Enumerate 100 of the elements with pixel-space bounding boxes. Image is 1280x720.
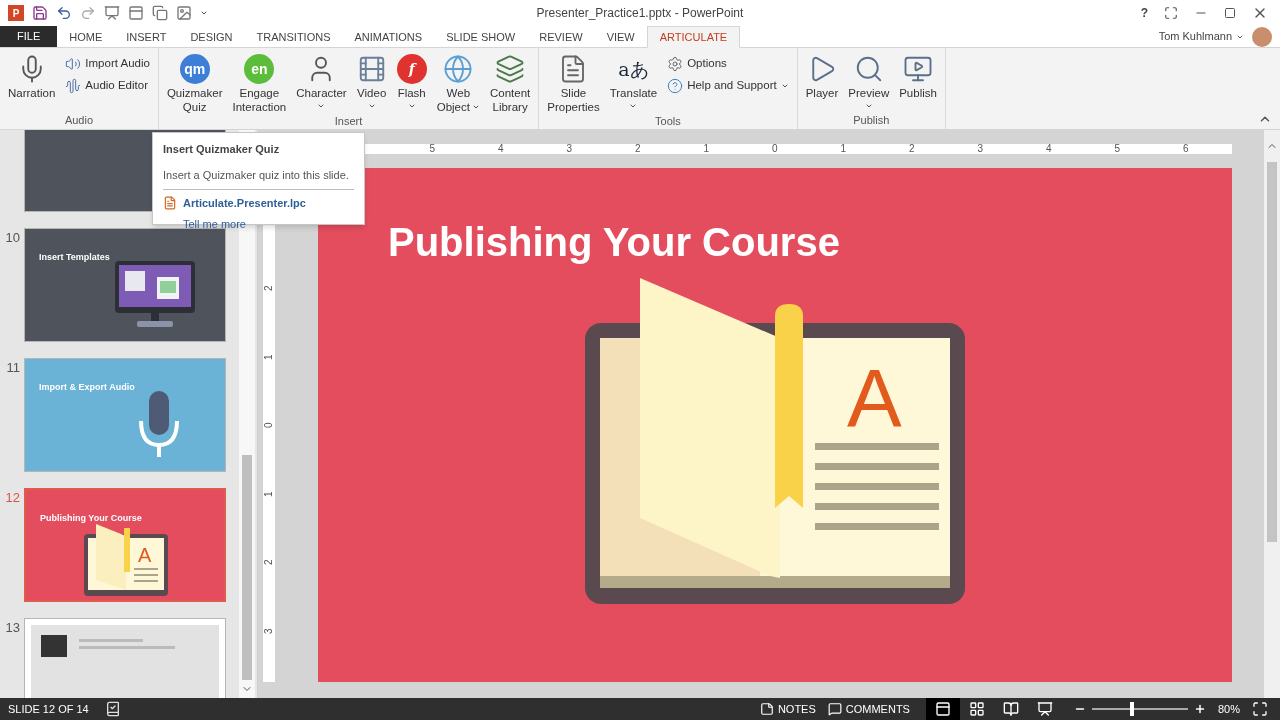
reading-view-icon [1002, 701, 1019, 717]
comments-button[interactable]: COMMENTS [827, 700, 910, 718]
ruler-number: 4 [1044, 144, 1053, 154]
notes-icon [759, 702, 774, 716]
ribbon-button[interactable]: Content Library [485, 52, 535, 114]
ruler-number: 3 [976, 144, 985, 154]
gear-icon [667, 55, 684, 72]
slide-thumbnail[interactable] [24, 618, 226, 698]
ruler-number: 4 [496, 144, 505, 154]
slide-number: 11 [5, 359, 20, 377]
monitor-play-icon [903, 54, 934, 84]
ribbon-button[interactable]: Video [352, 52, 391, 114]
presentation-view-icon [1036, 701, 1053, 717]
ruler-number: 6 [1181, 144, 1190, 154]
zoom-in-icon[interactable] [1193, 703, 1206, 715]
logo-icon: qm [179, 54, 210, 84]
group-label: Publish [852, 113, 891, 128]
layout-icon[interactable] [128, 5, 144, 21]
caret-icon [471, 103, 480, 111]
ribbon-display-icon[interactable] [1164, 6, 1178, 20]
ribbon-button[interactable]: Slide Properties [543, 52, 604, 114]
caret-icon [629, 102, 638, 110]
scrollbar-thumb[interactable] [242, 455, 252, 680]
ribbon-button[interactable]: qm Quizmaker Quiz [162, 52, 227, 114]
spelling-icon[interactable] [104, 701, 121, 717]
notes-button[interactable]: NOTES [759, 700, 816, 718]
ruler-number: 0 [770, 144, 779, 154]
ribbon-button[interactable]: Character [292, 52, 351, 114]
thumbnail-title: Import & Export Audio [39, 382, 135, 392]
grid-view-icon [968, 701, 985, 717]
ruler-number: 2 [262, 285, 275, 292]
speaker-icon [65, 55, 82, 72]
ruler-number: 1 [262, 490, 275, 497]
slide-counter: SLIDE 12 OF 14 [8, 701, 89, 717]
ribbon-button[interactable]: en Engage Interaction [228, 52, 291, 114]
ribbon-button[interactable]: Player [801, 52, 843, 113]
logo-icon: f [396, 54, 427, 84]
ruler-number: 5 [428, 144, 437, 154]
tooltip-description: Insert a Quizmaker quiz into this slide. [163, 167, 350, 183]
help-button[interactable]: ? [1140, 4, 1148, 22]
ribbon-tab[interactable]: DESIGN [178, 26, 245, 48]
waveform-icon [65, 77, 82, 94]
view-button[interactable] [925, 698, 960, 720]
caret-icon [200, 9, 208, 17]
ribbon-small-button[interactable]: Audio Editor [61, 76, 154, 95]
ribbon-tab[interactable]: TRANSITIONS [244, 26, 343, 48]
slide-thumbnail[interactable]: Insert Templates [24, 228, 226, 342]
ribbon-tab[interactable]: REVIEW [527, 26, 595, 48]
ribbon-button[interactable]: Publish [895, 52, 941, 113]
ruler-number: 1 [702, 144, 711, 154]
thumbnail-title: Publishing Your Course [40, 513, 142, 523]
ribbon-button[interactable]: f Flash [392, 52, 431, 114]
ribbon-button[interactable]: Web Object [432, 52, 484, 114]
group-label: Insert [333, 114, 364, 129]
slideshow-icon[interactable] [104, 5, 120, 21]
zoom-level: 80% [1217, 701, 1240, 717]
caret-icon [367, 102, 376, 110]
ribbon-tab[interactable]: VIEW [594, 26, 647, 48]
thumbnail-title: Insert Templates [39, 252, 110, 262]
ruler-number: 1 [262, 353, 275, 360]
ribbon-button[interactable]: Narration [4, 52, 60, 113]
ruler-number: 3 [262, 627, 275, 634]
ribbon-small-button[interactable]: Import Audio [61, 54, 154, 73]
ribbon-tab[interactable]: INSERT [114, 26, 179, 48]
fit-slide-icon[interactable] [1252, 701, 1268, 717]
ribbon-small-button[interactable]: Options [663, 54, 793, 73]
zoom-thumb[interactable] [1130, 702, 1135, 716]
user-name[interactable]: Tom Kuhlmann [1158, 28, 1232, 45]
maximize-icon[interactable] [1224, 7, 1236, 19]
ribbon-tab[interactable]: ANIMATIONS [342, 26, 435, 48]
ribbon-button[interactable]: Preview [844, 52, 894, 113]
ribbon-button[interactable]: aあ Translate [605, 52, 662, 114]
slide-number: 12 [4, 489, 20, 507]
slide-thumbnail[interactable]: Publishing Your Course A [24, 488, 226, 602]
ruler-number: 1 [839, 144, 848, 154]
book-letter: A [138, 544, 152, 566]
book-letter: A [847, 352, 902, 443]
window-title: Presenter_Practice1.pptx - PowerPoint [535, 5, 745, 22]
comment-icon [827, 702, 842, 716]
ribbon-small-button[interactable]: Help and Support [663, 76, 793, 95]
ribbon-tab[interactable]: ARTICULATE [646, 26, 741, 48]
ruler-number: 2 [262, 559, 275, 566]
ribbon-tab[interactable]: HOME [57, 26, 115, 48]
copy-icon[interactable] [152, 5, 168, 21]
picture-icon[interactable] [176, 5, 192, 21]
slide-number: 13 [4, 619, 20, 637]
app-logo: P [8, 5, 24, 21]
group-label: Audio [63, 113, 94, 128]
ribbon-tab[interactable]: SLIDE SHOW [434, 26, 528, 48]
slide-title: Publishing Your Course [388, 219, 840, 266]
save-icon[interactable] [32, 5, 48, 21]
globe-icon [443, 54, 474, 84]
undo-icon[interactable] [56, 5, 72, 21]
ruler-number: 2 [633, 144, 642, 154]
layers-icon [495, 54, 526, 84]
zoom-slider[interactable] [1089, 702, 1190, 716]
scrollbar-thumb[interactable] [1267, 162, 1277, 542]
caret-icon [407, 102, 416, 110]
addin-file-icon [163, 196, 177, 211]
file-tab[interactable]: FILE [0, 25, 58, 47]
